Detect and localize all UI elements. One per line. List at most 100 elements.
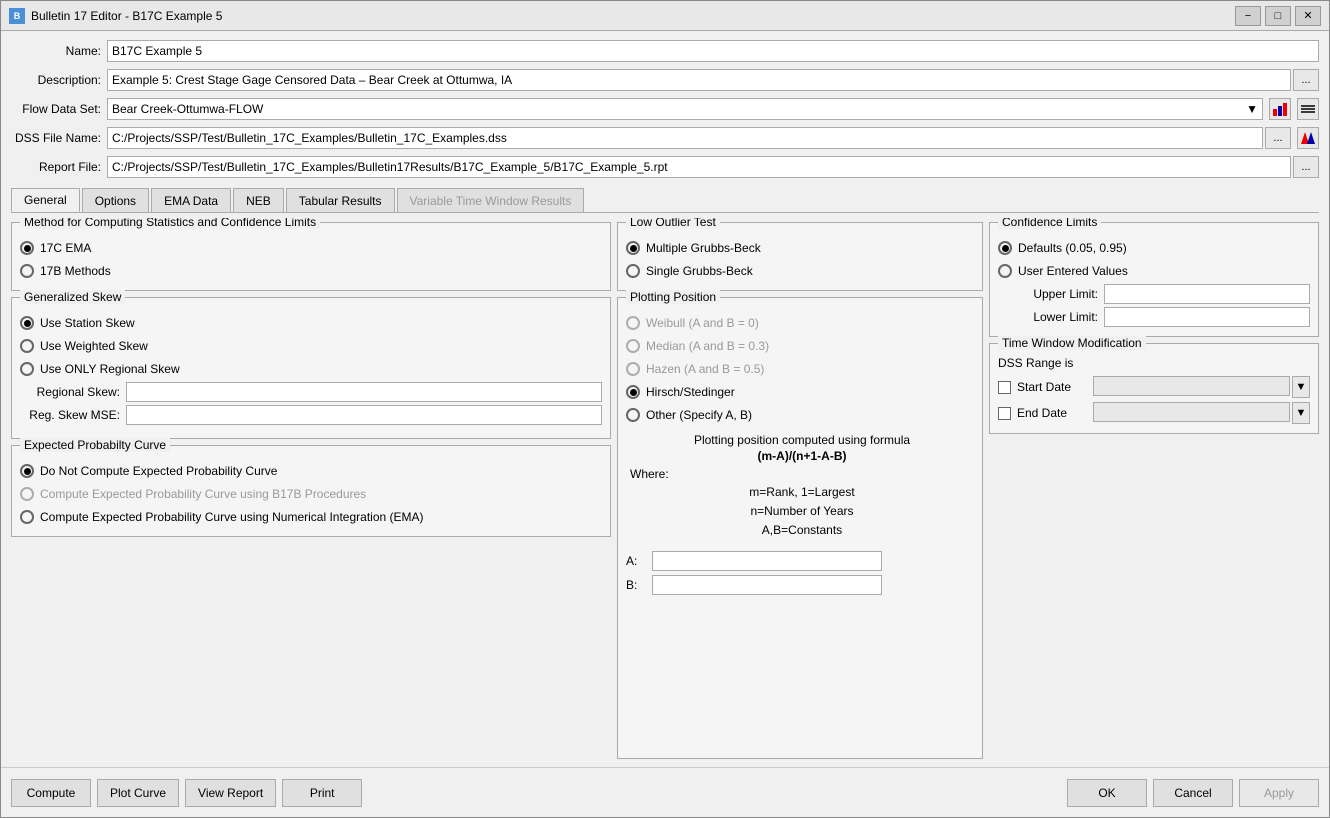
expected-probability-content: Do Not Compute Expected Probability Curv… — [20, 452, 602, 527]
description-browse-button[interactable]: ... — [1293, 69, 1319, 91]
formula-text: Plotting position computed using formula — [630, 433, 974, 447]
plotting-position-group: Plotting Position Weibull (A and B = 0) … — [617, 297, 983, 759]
radio-use-station-skew[interactable] — [20, 316, 34, 330]
low-outlier-group: Low Outlier Test Multiple Grubbs-Beck Si… — [617, 222, 983, 291]
dss-file-browse-button[interactable]: ... — [1265, 127, 1291, 149]
name-input[interactable] — [107, 40, 1319, 62]
radio-hazen — [626, 362, 640, 376]
radio-17c-ema-label: 17C EMA — [40, 241, 91, 255]
radio-multiple-grubbs-beck[interactable] — [626, 241, 640, 255]
start-date-input[interactable] — [1093, 376, 1290, 396]
radio-defaults[interactable] — [998, 241, 1012, 255]
time-window-title: Time Window Modification — [998, 336, 1146, 350]
end-date-picker-button[interactable]: ▼ — [1292, 402, 1310, 424]
cancel-button[interactable]: Cancel — [1153, 779, 1233, 807]
report-file-row: Report File: ... — [11, 155, 1319, 179]
flow-menu-icon[interactable] — [1297, 98, 1319, 120]
radio-17c-ema[interactable] — [20, 241, 34, 255]
radio-do-not-compute-label: Do Not Compute Expected Probability Curv… — [40, 464, 277, 478]
radio-use-only-regional-skew-label: Use ONLY Regional Skew — [40, 362, 180, 376]
formula-line-2: n=Number of Years — [630, 502, 974, 521]
app-icon: B — [9, 8, 25, 24]
bottom-bar: Compute Plot Curve View Report Print OK … — [1, 767, 1329, 817]
report-file-browse-button[interactable]: ... — [1293, 156, 1319, 178]
report-file-input[interactable] — [107, 156, 1291, 178]
radio-17c-ema-row: 17C EMA — [20, 238, 602, 258]
radio-single-grubbs-beck-label: Single Grubbs-Beck — [646, 264, 753, 278]
print-button[interactable]: Print — [282, 779, 362, 807]
radio-other-label: Other (Specify A, B) — [646, 408, 752, 422]
upper-limit-input[interactable] — [1104, 284, 1310, 304]
time-window-content: DSS Range is Start Date ▼ End Date — [998, 350, 1310, 424]
bottom-right-buttons: OK Cancel Apply — [1067, 779, 1319, 807]
dss-icon[interactable] — [1297, 127, 1319, 149]
end-date-input[interactable] — [1093, 402, 1290, 422]
formula-value: (m-A)/(n+1-A-B) — [630, 449, 974, 463]
radio-compute-b17b-row: Compute Expected Probability Curve using… — [20, 484, 602, 504]
time-window-group: Time Window Modification DSS Range is St… — [989, 343, 1319, 434]
start-date-checkbox[interactable] — [998, 381, 1011, 394]
tab-ema-data[interactable]: EMA Data — [151, 188, 231, 212]
radio-hirsch-stedinger[interactable] — [626, 385, 640, 399]
description-input[interactable] — [107, 69, 1291, 91]
radio-single-grubbs-beck[interactable] — [626, 264, 640, 278]
b-input[interactable] — [652, 575, 882, 595]
apply-button[interactable]: Apply — [1239, 779, 1319, 807]
upper-limit-label: Upper Limit: — [998, 287, 1098, 301]
a-input[interactable] — [652, 551, 882, 571]
maximize-button[interactable]: □ — [1265, 6, 1291, 26]
low-outlier-title: Low Outlier Test — [626, 218, 720, 229]
lower-limit-input[interactable] — [1104, 307, 1310, 327]
compute-button[interactable]: Compute — [11, 779, 91, 807]
radio-use-only-regional-skew-row: Use ONLY Regional Skew — [20, 359, 602, 379]
ok-button[interactable]: OK — [1067, 779, 1147, 807]
regional-skew-label: Regional Skew: — [20, 385, 120, 399]
radio-median-label: Median (A and B = 0.3) — [646, 339, 769, 353]
radio-other-row: Other (Specify A, B) — [626, 405, 974, 425]
plot-curve-button[interactable]: Plot Curve — [97, 779, 179, 807]
tab-tabular-results[interactable]: Tabular Results — [286, 188, 395, 212]
radio-single-grubbs-beck-row: Single Grubbs-Beck — [626, 261, 974, 281]
radio-17b-methods-label: 17B Methods — [40, 264, 111, 278]
b-field-row: B: — [626, 575, 974, 595]
confidence-limits-group: Confidence Limits Defaults (0.05, 0.95) … — [989, 222, 1319, 337]
radio-17b-methods[interactable] — [20, 264, 34, 278]
radio-user-entered[interactable] — [998, 264, 1012, 278]
close-button[interactable]: ✕ — [1295, 6, 1321, 26]
minimize-button[interactable]: − — [1235, 6, 1261, 26]
end-date-group: ▼ — [1093, 402, 1310, 424]
radio-other[interactable] — [626, 408, 640, 422]
dss-range-label: DSS Range is — [998, 356, 1310, 370]
start-date-picker-button[interactable]: ▼ — [1292, 376, 1310, 398]
flow-data-set-row: Flow Data Set: Bear Creek-Ottumwa-FLOW ▼ — [11, 97, 1319, 121]
main-window: B Bulletin 17 Editor - B17C Example 5 − … — [0, 0, 1330, 818]
tabs-bar: General Options EMA Data NEB Tabular Res… — [11, 188, 1319, 213]
tab-options[interactable]: Options — [82, 188, 149, 212]
view-report-button[interactable]: View Report — [185, 779, 276, 807]
ab-section: A: B: — [626, 551, 974, 595]
regional-skew-input[interactable] — [126, 382, 602, 402]
radio-use-only-regional-skew[interactable] — [20, 362, 34, 376]
title-bar: B Bulletin 17 Editor - B17C Example 5 − … — [1, 1, 1329, 31]
radio-compute-numerical[interactable] — [20, 510, 34, 524]
radio-use-weighted-skew[interactable] — [20, 339, 34, 353]
radio-defaults-row: Defaults (0.05, 0.95) — [998, 238, 1310, 258]
tab-neb[interactable]: NEB — [233, 188, 284, 212]
name-label: Name: — [11, 44, 101, 58]
flow-data-set-select[interactable]: Bear Creek-Ottumwa-FLOW ▼ — [107, 98, 1263, 120]
generalized-skew-title: Generalized Skew — [20, 290, 125, 304]
tab-general[interactable]: General — [11, 188, 80, 212]
upper-limit-row: Upper Limit: — [998, 284, 1310, 304]
end-date-checkbox[interactable] — [998, 407, 1011, 420]
radio-multiple-grubbs-beck-label: Multiple Grubbs-Beck — [646, 241, 761, 255]
dss-file-input[interactable] — [107, 127, 1263, 149]
radio-user-entered-label: User Entered Values — [1018, 264, 1128, 278]
radio-multiple-grubbs-beck-row: Multiple Grubbs-Beck — [626, 238, 974, 258]
generalized-skew-group: Generalized Skew Use Station Skew Use We… — [11, 297, 611, 439]
radio-do-not-compute[interactable] — [20, 464, 34, 478]
flow-chart-icon[interactable] — [1269, 98, 1291, 120]
window-controls: − □ ✕ — [1235, 6, 1321, 26]
dss-file-label: DSS File Name: — [11, 131, 101, 145]
window-title: Bulletin 17 Editor - B17C Example 5 — [31, 9, 1235, 23]
reg-skew-mse-input[interactable] — [126, 405, 602, 425]
